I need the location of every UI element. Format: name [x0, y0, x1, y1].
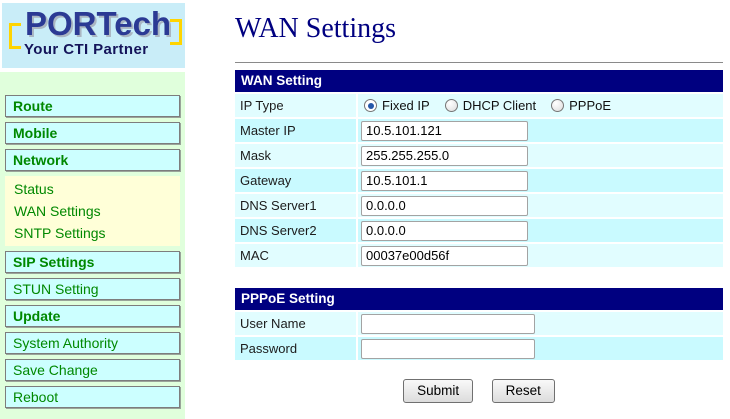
table-row-dns-server1: DNS Server1	[235, 194, 723, 217]
table-row-master-ip: Master IP	[235, 119, 723, 142]
mac-input[interactable]	[361, 245, 528, 266]
submit-button[interactable]: Submit	[403, 379, 474, 403]
radio-selected-icon[interactable]	[364, 99, 377, 112]
main-content: WAN Settings WAN Setting IP Type Fixed IP…	[185, 0, 730, 419]
dns-server2-input[interactable]	[361, 220, 528, 241]
logo-bracket-right-icon	[170, 19, 182, 45]
sidebar-item-stun-setting[interactable]: STUN Setting	[5, 278, 180, 300]
sidebar-item-mobile[interactable]: Mobile	[5, 122, 180, 144]
field-value-mask	[358, 144, 723, 167]
brand-name: PORTech	[25, 5, 172, 42]
field-value-user-name	[358, 312, 723, 335]
field-label-mac: MAC	[235, 244, 356, 267]
radio-option-fixed-ip[interactable]: Fixed IP	[364, 98, 430, 113]
sidebar: PORTech Your CTI Partner Route Mobile Netw…	[0, 0, 185, 419]
sidebar-item-reboot[interactable]: Reboot	[5, 386, 180, 408]
table-row-mask: Mask	[235, 144, 723, 167]
sidebar-subitem-wan-settings[interactable]: WAN Settings	[5, 200, 180, 222]
brand-tagline: Your CTI Partner	[24, 41, 149, 58]
field-label-dns-server1: DNS Server1	[235, 194, 356, 217]
field-label-ip-type: IP Type	[235, 94, 356, 117]
pppoe-section-header: PPPoE Setting	[235, 288, 723, 310]
password-input[interactable]	[361, 338, 535, 359]
radio-label-fixed-ip: Fixed IP	[382, 98, 430, 113]
table-row-user-name: User Name	[235, 312, 723, 335]
sidebar-item-network[interactable]: Network	[5, 149, 180, 171]
field-value-password	[358, 337, 723, 360]
table-row-ip-type: IP Type Fixed IP DHCP Client PPPoE	[235, 94, 723, 117]
field-value-ip-type: Fixed IP DHCP Client PPPoE	[358, 94, 723, 117]
gateway-input[interactable]	[361, 170, 528, 191]
sidebar-item-save-change[interactable]: Save Change	[5, 359, 180, 381]
field-value-dns-server1	[358, 194, 723, 217]
sidebar-item-system-authority[interactable]: System Authority	[5, 332, 180, 354]
field-value-dns-server2	[358, 219, 723, 242]
field-label-user-name: User Name	[235, 312, 356, 335]
field-label-dns-server2: DNS Server2	[235, 219, 356, 242]
field-label-mask: Mask	[235, 144, 356, 167]
user-name-input[interactable]	[361, 313, 535, 334]
radio-unselected-icon[interactable]	[444, 99, 458, 112]
field-label-gateway: Gateway	[235, 169, 356, 192]
field-value-mac	[358, 244, 723, 267]
field-label-master-ip: Master IP	[235, 119, 356, 142]
field-value-master-ip	[358, 119, 723, 142]
title-divider	[235, 62, 723, 63]
radio-label-dhcp-client: DHCP Client	[462, 98, 537, 113]
field-value-gateway	[358, 169, 723, 192]
mask-input[interactable]	[361, 145, 528, 166]
radio-group-ip-type: Fixed IP DHCP Client PPPoE	[361, 98, 626, 113]
sidebar-subitem-sntp-settings[interactable]: SNTP Settings	[5, 222, 180, 244]
field-label-password: Password	[235, 337, 356, 360]
table-row-password: Password	[235, 337, 723, 360]
page-title: WAN Settings	[235, 13, 396, 44]
reset-button[interactable]: Reset	[491, 379, 555, 403]
table-row-dns-server2: DNS Server2	[235, 219, 723, 242]
logo: PORTech Your CTI Partner	[2, 3, 185, 68]
sidebar-menu: Route Mobile Network Status WAN Settings SNTP…	[0, 72, 185, 419]
radio-option-dhcp-client[interactable]: DHCP Client	[444, 98, 537, 113]
table-row-gateway: Gateway	[235, 169, 723, 192]
sidebar-item-update[interactable]: Update	[5, 305, 180, 327]
radio-option-pppoe[interactable]: PPPoE	[551, 98, 611, 113]
wan-section-header: WAN Setting	[235, 70, 723, 92]
radio-dot-icon	[367, 102, 374, 109]
submenu-network: Status WAN Settings SNTP Settings	[5, 176, 180, 246]
sidebar-item-sip-settings[interactable]: SIP Settings	[5, 251, 180, 273]
logo-bracket-left-icon	[9, 23, 21, 49]
table-row-mac: MAC	[235, 244, 723, 267]
master-ip-input[interactable]	[361, 120, 528, 141]
radio-label-pppoe: PPPoE	[569, 98, 612, 113]
form-actions: Submit Reset	[235, 379, 723, 403]
pppoe-settings-table: User Name Password	[235, 312, 723, 360]
sidebar-subitem-status[interactable]: Status	[5, 178, 180, 200]
dns-server1-input[interactable]	[361, 195, 528, 216]
wan-settings-table: IP Type Fixed IP DHCP Client PPPoE Master IP…	[235, 94, 723, 267]
radio-unselected-icon[interactable]	[551, 99, 565, 112]
sidebar-item-route[interactable]: Route	[5, 95, 180, 117]
